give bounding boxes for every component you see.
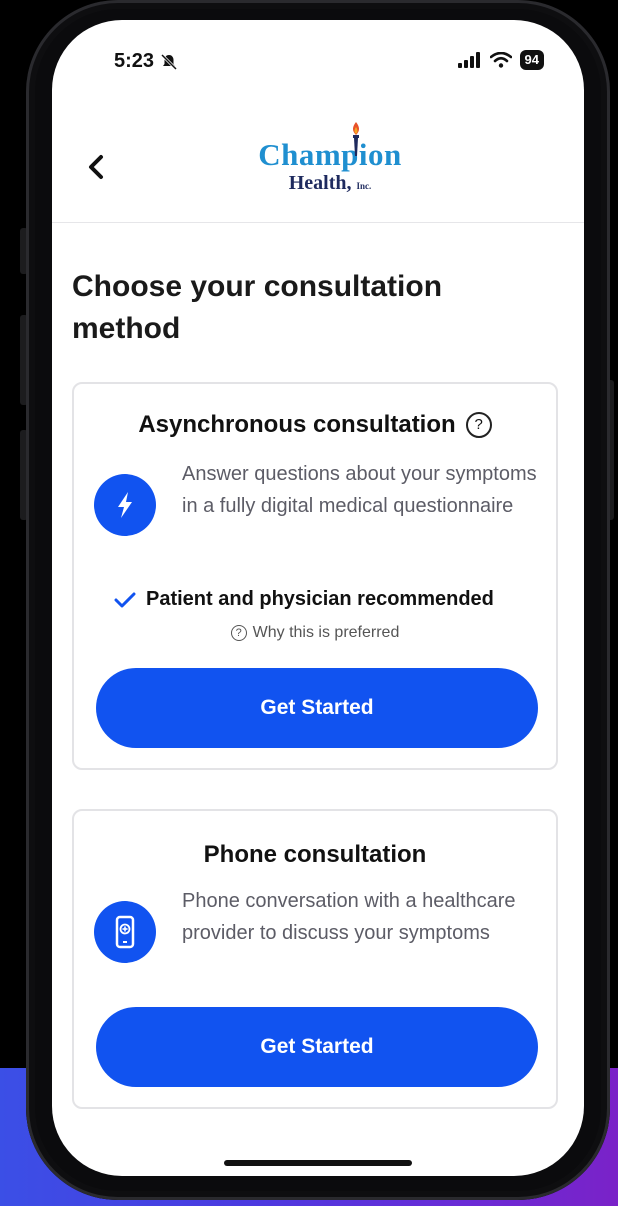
why-preferred-text: Why this is preferred <box>252 624 400 641</box>
help-icon[interactable]: ? <box>465 412 492 438</box>
logo-line-2: Health, Inc. <box>230 172 430 197</box>
card-description: Answer questions about your symptoms in … <box>182 463 537 517</box>
signal-icon <box>457 52 480 68</box>
get-started-button[interactable]: Get Started <box>96 668 538 748</box>
logo-line-2-text: Health, <box>288 172 352 194</box>
battery-indicator: 94 <box>519 50 544 70</box>
logo-suffix: Inc. <box>356 181 372 191</box>
home-indicator <box>224 1160 412 1166</box>
async-consultation-card: Asynchronous consultation? Answer questi… <box>72 382 558 770</box>
lightning-icon <box>94 474 156 536</box>
time-text: 5:23 <box>114 50 155 72</box>
card-title-text: Asynchronous consultation <box>138 411 456 438</box>
wifi-icon <box>489 52 512 68</box>
page-title: Choose your consultation method <box>72 270 443 345</box>
back-button[interactable] <box>82 152 112 182</box>
checkmark-icon <box>114 592 136 607</box>
recommendation-text: Patient and physician recommended <box>146 588 494 610</box>
status-time: 5:23 <box>114 50 178 73</box>
phone-frame: 5:23 94 Champion Health, Inc. Choose you… <box>26 0 610 1200</box>
bell-muted-icon <box>160 53 178 70</box>
phone-consultation-card: Phone consultation Phone conversation wi… <box>72 809 558 1109</box>
get-started-button[interactable]: Get Started <box>96 1007 538 1087</box>
logo-line-1: Champion <box>258 137 402 172</box>
champion-health-logo: Champion Health, Inc. <box>230 120 430 210</box>
card-title: Phone consultation <box>203 841 427 868</box>
card-description: Phone conversation with a healthcare pro… <box>182 890 516 944</box>
recommendation-row: Patient and physician recommended <box>114 588 494 611</box>
phone-icon <box>94 901 156 963</box>
question-circle-icon: ? <box>230 625 247 641</box>
torch-icon <box>353 122 359 156</box>
app-screen: 5:23 94 Champion Health, Inc. Choose you… <box>52 20 584 1176</box>
why-preferred-link[interactable]: ? Why this is preferred <box>74 624 556 642</box>
status-icons: 94 <box>457 50 544 70</box>
app-header: Champion Health, Inc. <box>52 110 584 223</box>
card-title: Asynchronous consultation? <box>74 411 556 439</box>
chevron-left-icon <box>89 155 103 179</box>
